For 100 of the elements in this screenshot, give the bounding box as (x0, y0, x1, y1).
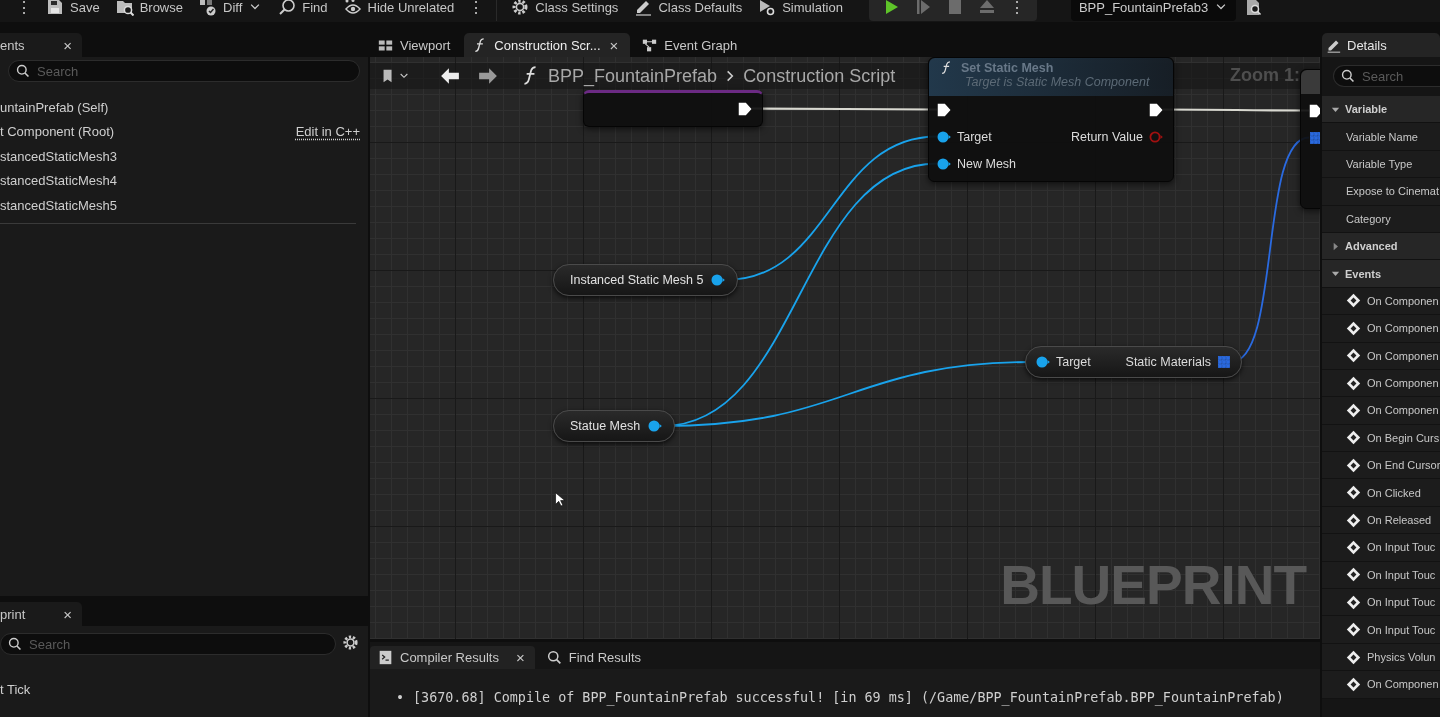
panel-tab[interactable]: Details (1322, 33, 1440, 57)
component-item[interactable]: stancedStaticMesh5 (0, 197, 118, 213)
diamond-icon (1346, 375, 1361, 391)
tab-label[interactable]: Find Results (568, 650, 641, 665)
section-label[interactable]: Advanced (1345, 240, 1398, 253)
blueprint-dropdown[interactable]: BPP_FountainPrefab3 (1070, 0, 1237, 21)
mouse-cursor-icon (554, 489, 568, 509)
tab-label[interactable]: print (0, 606, 26, 622)
panel-tab[interactable]: ents × (0, 33, 82, 57)
diamond-icon (1346, 594, 1361, 610)
close-button[interactable]: × (61, 36, 74, 54)
panel-tab[interactable]: Compiler Results × (370, 646, 535, 669)
tab-label[interactable]: ents (0, 37, 25, 53)
diamond-icon (1346, 457, 1361, 473)
exec-pin[interactable] (1149, 102, 1163, 117)
variable-node[interactable]: Instanced Static Mesh 5 (553, 264, 739, 296)
simulation-button[interactable]: Simulation (750, 0, 851, 20)
node-title: Statue Mesh (570, 419, 641, 433)
pin-label: Target (1056, 355, 1091, 369)
tab-label[interactable]: Viewport (400, 37, 451, 53)
array-pin[interactable] (1217, 355, 1231, 369)
object-pin[interactable] (1036, 355, 1050, 369)
more-button[interactable]: ⋮ (1002, 0, 1031, 20)
settings-icon (342, 634, 359, 652)
section-label[interactable]: Events (1345, 267, 1382, 280)
diamond-icon (1346, 403, 1361, 418)
diamond-icon (1346, 512, 1361, 528)
section-header[interactable]: Advanced (1322, 232, 1440, 261)
pin-label: Static Materials (1125, 355, 1211, 369)
component-item[interactable]: t Component (Root) (0, 124, 115, 140)
search-icon (546, 650, 562, 665)
more-button[interactable]: ⋮ (462, 0, 491, 20)
close-button[interactable]: × (61, 605, 74, 623)
graph-node[interactable] (583, 90, 763, 127)
panel-tab[interactable]: print × (0, 602, 82, 627)
tab-label[interactable]: Details (1347, 37, 1387, 53)
diamond-icon (1346, 676, 1361, 692)
section-label[interactable]: Variable (1345, 103, 1388, 116)
property-label: Variable Name (1346, 130, 1418, 143)
eye-icon (343, 0, 362, 16)
diff-button[interactable]: Diff (191, 0, 271, 20)
bullet: • (396, 690, 405, 705)
diamond-icon (1346, 622, 1361, 638)
search-field[interactable]: Search (1333, 65, 1440, 87)
close-button[interactable]: × (514, 649, 527, 666)
breadcrumb-link[interactable]: BPP_FountainPrefab (548, 65, 718, 87)
search-field[interactable]: Search (8, 60, 360, 82)
save-button[interactable]: Save (38, 0, 108, 20)
search-icon (8, 637, 22, 652)
diamond-icon (1346, 649, 1361, 665)
search-field[interactable]: Search (0, 633, 336, 656)
node-title: Instanced Static Mesh 5 (570, 273, 704, 287)
search-icon (278, 0, 297, 16)
exec-pin[interactable] (738, 101, 752, 116)
find-button[interactable]: Find (270, 0, 336, 20)
tab-label[interactable]: Construction Scr... (494, 37, 601, 53)
component-item[interactable]: stancedStaticMesh3 (0, 148, 118, 164)
class-defaults-button[interactable]: Class Defaults (626, 0, 751, 20)
diamond-icon (1346, 430, 1361, 446)
editor-tab[interactable]: Viewport (370, 33, 461, 57)
exec-pin[interactable] (1309, 103, 1320, 118)
editor-tab[interactable]: Construction Scr... × (464, 33, 631, 57)
node-graph-icon (642, 37, 658, 53)
section-header[interactable]: Variable (1322, 96, 1440, 124)
tab-label[interactable]: Compiler Results (400, 650, 499, 665)
component-item[interactable]: untainPrefab (Self) (0, 99, 109, 115)
section-header[interactable]: Events (1322, 260, 1440, 288)
component-item[interactable]: stancedStaticMesh4 (0, 173, 118, 189)
pin-label: Return Value (1070, 129, 1143, 144)
variable-node[interactable]: Statue Mesh (553, 410, 676, 442)
eject-icon (977, 0, 996, 16)
terminal-document-icon (378, 650, 393, 665)
graph-node[interactable]: Target Static Materials (1025, 346, 1242, 378)
browse-button[interactable]: Browse (107, 0, 191, 20)
object-pin[interactable] (711, 273, 726, 287)
class-settings-button[interactable]: Class Settings (503, 0, 627, 20)
property-label: Variable Type (1346, 157, 1413, 170)
panel-tab[interactable]: Find Results (538, 646, 649, 669)
diamond-icon (1346, 320, 1361, 336)
log-message: [3670.68] Compile of BPP_FountainPrefab successful! [in 69 ms] (/Game/BPP_FountainPrefab.BPP_FountainPrefab) (413, 690, 1284, 705)
tab-label[interactable]: Event Graph (664, 37, 738, 53)
property-label: Category (1346, 212, 1391, 225)
graph-node[interactable]: Set Static Mesh Target is Static Mesh Component Target New Mesh Return Value (928, 57, 1174, 182)
blueprint-item[interactable]: t Tick (0, 681, 31, 697)
editor-tab[interactable]: Event Graph (634, 33, 748, 57)
squares-check-icon (199, 0, 217, 16)
diamond-icon (1346, 485, 1361, 501)
hide-unrelated-button[interactable]: Hide Unrelated (335, 0, 463, 20)
exec-pin[interactable] (937, 102, 951, 117)
edit-link[interactable]: Edit in C++ (295, 124, 360, 140)
array-pin[interactable] (1309, 130, 1320, 145)
more-button[interactable]: ⋮ (10, 0, 38, 20)
object-pin[interactable] (648, 419, 663, 433)
node-subtitle: Target is Static Mesh Component (965, 75, 1151, 89)
close-button[interactable]: × (607, 36, 621, 54)
object-pin[interactable] (937, 129, 951, 144)
function-icon (939, 61, 953, 75)
pencil-icon (634, 0, 653, 16)
node-title: Set Static Mesh (961, 61, 1054, 75)
object-pin[interactable] (937, 156, 951, 171)
